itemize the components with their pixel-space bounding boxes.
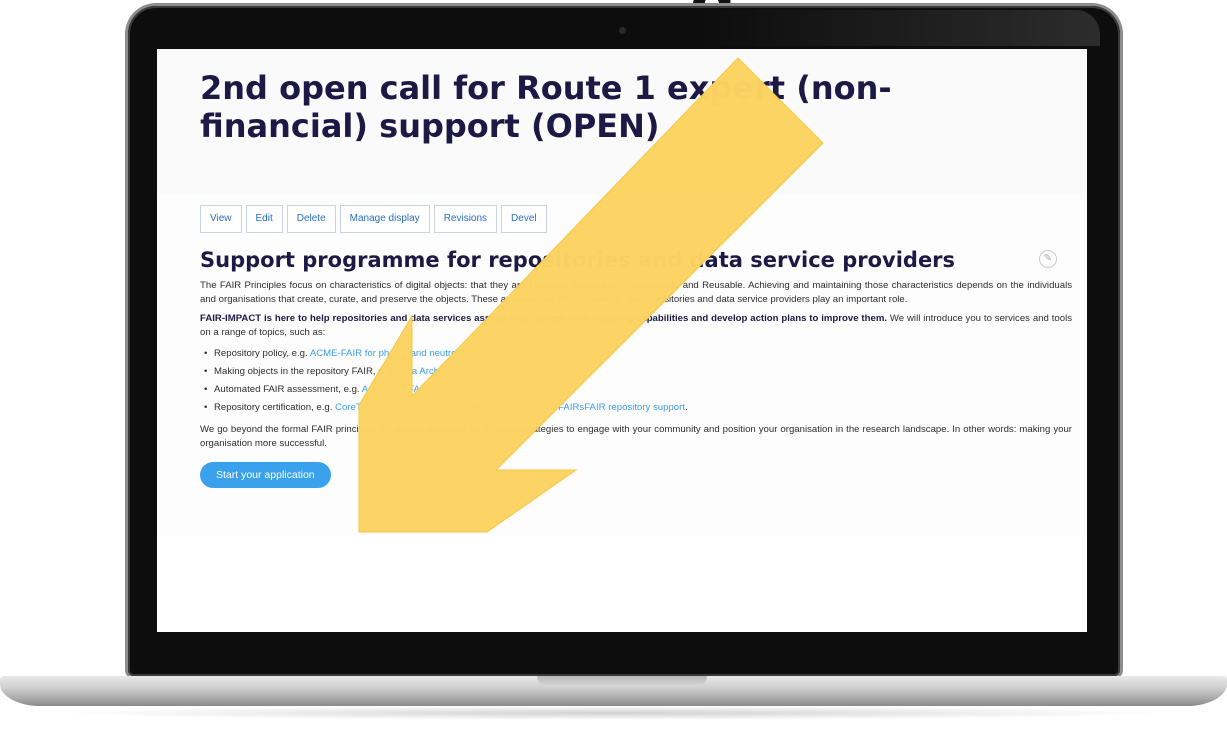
list-item-suffix: ; (467, 384, 470, 395)
list-item-text: Repository certification, e.g. (214, 402, 336, 413)
laptop-screen: 2nd open call for Route 1 expert (non-fi… (157, 49, 1087, 632)
page-title: 2nd open call for Route 1 expert (non-fi… (200, 69, 892, 145)
list-item: Repository certification, e.g. CoreTrust… (204, 399, 1072, 417)
tab-manage-display[interactable]: Manage display (339, 205, 430, 233)
list-item-suffix: . (685, 402, 688, 413)
laptop-shadow (50, 706, 1177, 720)
list-item-link[interactable]: ACME-FAIR for photon and neutron science (310, 348, 497, 359)
laptop-notch (537, 676, 707, 686)
admin-tabs: View Edit Delete Manage display Revision… (200, 205, 551, 233)
fair-impact-bold: FAIR-IMPACT is here to help repositories… (200, 313, 888, 324)
tab-revisions[interactable]: Revisions (433, 205, 498, 233)
web-page: 2nd open call for Route 1 expert (non-fi… (157, 49, 1087, 632)
tab-edit[interactable]: Edit (245, 205, 283, 233)
outro-paragraph: We go beyond the formal FAIR principles … (200, 424, 1072, 449)
list-item-text: Repository policy, e.g. (214, 348, 310, 359)
main-content: Support programme for repositories and d… (200, 245, 1072, 488)
tab-delete[interactable]: Delete (286, 205, 336, 233)
list-item-suffix: ; (497, 348, 500, 359)
webcam-icon (619, 27, 626, 34)
list-item-text: Automated FAIR assessment, e.g. (214, 384, 362, 395)
section-heading: Support programme for repositories and d… (200, 248, 956, 272)
topic-list: Repository policy, e.g. ACME-FAIR for ph… (200, 345, 1072, 417)
start-application-button[interactable]: Start your application (200, 462, 331, 488)
list-item: Automated FAIR assessment, e.g. Assessin… (204, 381, 1072, 399)
intro-paragraph: The FAIR Principles focus on characteris… (200, 280, 1072, 305)
lid-shine (700, 10, 1100, 46)
list-item: Making objects in the repository FAIR, e… (204, 363, 1072, 381)
pencil-icon[interactable]: ✎ (1039, 250, 1057, 268)
list-item-link[interactable]: Assessing FAIR services (362, 384, 468, 395)
tab-view[interactable]: View (200, 205, 242, 233)
list-item: Repository policy, e.g. ACME-FAIR for ph… (204, 345, 1072, 363)
list-item-text: Making objects in the repository FAIR, e… (214, 366, 397, 377)
list-item-link[interactable]: CoreTrustSeal, Certifying Capability Mat… (335, 402, 685, 413)
list-item-link[interactable]: Data Archiving Guide, FAIR Cookbook (397, 366, 560, 377)
tab-devel[interactable]: Devel (501, 205, 547, 233)
list-item-suffix: ; (559, 366, 563, 377)
fair-impact-paragraph: FAIR-IMPACT is here to help repositories… (200, 312, 1072, 339)
